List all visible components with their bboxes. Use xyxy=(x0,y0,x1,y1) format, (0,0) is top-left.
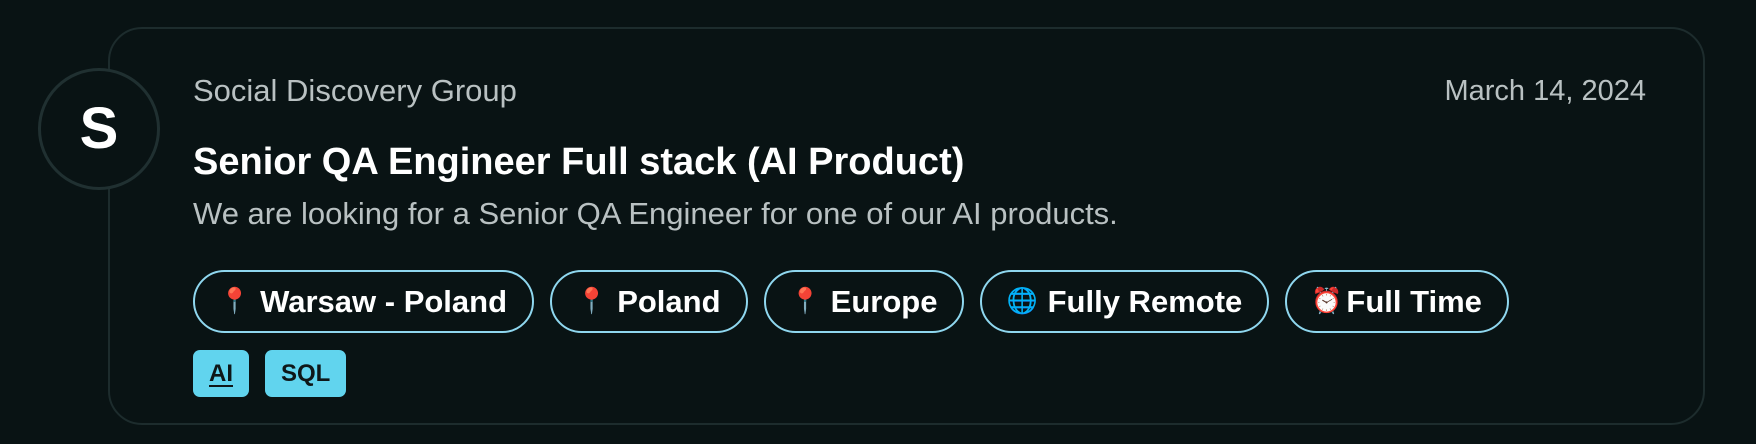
location-pill-fully-remote[interactable]: 🌐 Fully Remote xyxy=(980,270,1270,333)
pin-icon: 📍 xyxy=(219,287,251,315)
company-name[interactable]: Social Discovery Group xyxy=(193,71,517,111)
location-label: Full Time xyxy=(1346,283,1482,319)
skill-label: AI xyxy=(209,359,233,387)
location-pill-warsaw-poland[interactable]: 📍 Warsaw - Poland xyxy=(193,270,535,333)
page: S Social Discovery Group March 14, 2024 … xyxy=(0,0,1756,444)
pin-icon: 📍 xyxy=(576,287,608,315)
location-label: Poland xyxy=(617,283,721,319)
company-avatar: S xyxy=(38,68,160,190)
skill-tags: AI SQL xyxy=(193,350,347,397)
globe-icon: 🌐 xyxy=(1006,287,1038,315)
location-pill-europe[interactable]: 📍 Europe xyxy=(763,270,965,333)
skill-tag-sql[interactable]: SQL xyxy=(265,350,347,397)
pin-icon: 📍 xyxy=(789,287,821,315)
posted-date: March 14, 2024 xyxy=(1444,75,1646,107)
skill-label: SQL xyxy=(281,359,331,387)
location-label: Europe xyxy=(830,283,938,319)
avatar-initial: S xyxy=(79,96,119,161)
location-pill-full-time[interactable]: ⏰ Full Time xyxy=(1285,270,1509,333)
job-description: We are looking for a Senior QA Engineer … xyxy=(193,196,1118,231)
location-label: Warsaw - Poland xyxy=(260,283,508,319)
location-pill-poland[interactable]: 📍 Poland xyxy=(550,270,748,333)
skill-tag-ai[interactable]: AI xyxy=(193,350,249,397)
job-title[interactable]: Senior QA Engineer Full stack (AI Produc… xyxy=(193,139,964,185)
location-label: Fully Remote xyxy=(1047,283,1243,319)
location-tags: 📍 Warsaw - Poland 📍 Poland 📍 Europe 🌐 Fu… xyxy=(193,270,1509,333)
alarm-clock-icon: ⏰ xyxy=(1311,287,1343,315)
